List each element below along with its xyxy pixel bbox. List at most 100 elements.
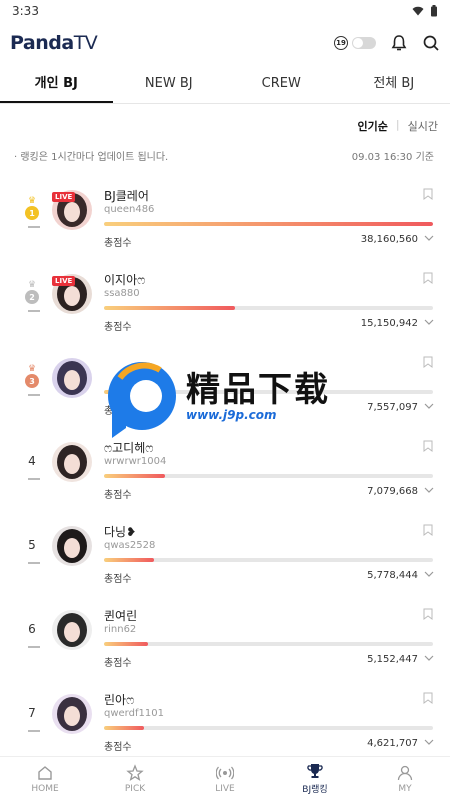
- ranking-row[interactable]: 3 총점수 7,557,097: [0, 352, 450, 436]
- avatar-image: [52, 526, 92, 566]
- nav-pick[interactable]: PICK: [90, 757, 180, 800]
- nav-pick-label: PICK: [124, 783, 146, 794]
- bj-name[interactable]: 린아ෆ: [104, 691, 134, 708]
- bottom-nav: HOME PICK LIVE BJ랭킹 MY: [0, 756, 450, 800]
- score-value: 38,160,560: [360, 234, 418, 245]
- bj-avatar[interactable]: [52, 694, 92, 734]
- ranking-tabs: 개인 BJ NEW BJ CREW 전체 BJ: [0, 66, 450, 104]
- header-actions: 19: [334, 34, 440, 52]
- score-bar: [104, 306, 433, 310]
- bookmark-icon[interactable]: [423, 524, 433, 536]
- chevron-down-icon[interactable]: [424, 402, 434, 410]
- score-label: 총점수: [104, 658, 132, 669]
- chevron-down-icon[interactable]: [424, 486, 434, 494]
- ranking-row[interactable]: 5 다닝❥ qwas2528 총점수 5,778,444: [0, 520, 450, 604]
- score-bar: [104, 642, 433, 646]
- bj-id: rinn62: [104, 624, 137, 635]
- logo-main: Panda: [10, 32, 74, 54]
- score-bar: [104, 222, 433, 226]
- bj-name[interactable]: 이지아ෆ: [104, 271, 145, 288]
- app-header: PandaTV 19: [0, 22, 450, 64]
- status-icons: [412, 5, 438, 17]
- bookmark-icon[interactable]: [423, 356, 433, 368]
- score-bar-fill: [104, 642, 149, 646]
- bookmark-icon[interactable]: [423, 692, 433, 704]
- score-bar-fill: [104, 726, 144, 730]
- sort-popular[interactable]: 인기순: [358, 118, 388, 136]
- score-value: 7,557,097: [367, 402, 418, 413]
- chevron-down-icon[interactable]: [424, 234, 434, 242]
- rank-medal: 1: [22, 196, 42, 220]
- rank-change-dash: [28, 478, 40, 480]
- score-bar-fill: [104, 306, 235, 310]
- score-value: 5,152,447: [367, 654, 418, 665]
- ranking-row[interactable]: 4 ෆ고디헤ෆ wrwrwr1004 총점수 7,079,668: [0, 436, 450, 520]
- score-label: 총점수: [104, 742, 132, 753]
- tab-individual-bj[interactable]: 개인 BJ: [0, 66, 113, 103]
- chevron-down-icon[interactable]: [424, 654, 434, 662]
- score-value: 4,621,707: [367, 738, 418, 749]
- status-bar: 3:33: [0, 0, 450, 22]
- wifi-icon: [412, 6, 424, 16]
- bj-id: qwas2528: [104, 540, 156, 551]
- bell-icon[interactable]: [390, 34, 408, 52]
- app-logo[interactable]: PandaTV: [10, 32, 98, 54]
- bj-avatar[interactable]: [52, 526, 92, 566]
- score-bar: [104, 474, 433, 478]
- bj-name[interactable]: 퀸여린: [104, 607, 137, 624]
- chevron-down-icon[interactable]: [424, 570, 434, 578]
- score-bar: [104, 390, 433, 394]
- score-bar-fill: [104, 558, 154, 562]
- nav-home[interactable]: HOME: [0, 757, 90, 800]
- score-bar-fill: [104, 390, 170, 394]
- update-timestamp: 09.03 16:30 기준: [351, 152, 434, 163]
- rank-medal-silver-icon: 2: [25, 280, 39, 304]
- bookmark-icon[interactable]: [423, 608, 433, 620]
- rank-medal: 2: [22, 280, 42, 304]
- rank-number: 4: [28, 454, 36, 468]
- bj-avatar[interactable]: [52, 610, 92, 650]
- chevron-down-icon[interactable]: [424, 738, 434, 746]
- nav-my[interactable]: MY: [360, 757, 450, 800]
- chevron-down-icon[interactable]: [424, 318, 434, 326]
- tab-all-bj[interactable]: 전체 BJ: [338, 66, 450, 103]
- tab-new-bj[interactable]: NEW BJ: [113, 66, 226, 103]
- bookmark-icon[interactable]: [423, 440, 433, 452]
- rank-number: 6: [28, 622, 36, 636]
- rank-change-dash: [28, 646, 40, 648]
- score-label: 총점수: [104, 322, 132, 333]
- search-icon[interactable]: [422, 34, 440, 52]
- score-label: 총점수: [104, 406, 132, 417]
- score-bar: [104, 558, 433, 562]
- sort-realtime[interactable]: 실시간: [408, 118, 438, 136]
- bj-id: wrwrwr1004: [104, 456, 167, 467]
- rank-change-dash: [28, 562, 40, 564]
- bj-avatar[interactable]: [52, 358, 92, 398]
- bj-name[interactable]: 다닝❥: [104, 523, 136, 540]
- rank-position: 4: [22, 450, 42, 469]
- toggle-switch[interactable]: [352, 37, 376, 49]
- bj-name[interactable]: ෆ고디헤ෆ: [104, 439, 153, 456]
- score-bar-fill: [104, 474, 166, 478]
- ranking-row[interactable]: 2 LIVE 이지아ෆ ssa880 총점수 15,150,942: [0, 268, 450, 352]
- ranking-row[interactable]: 6 퀸여린 rinn62 총점수 5,152,447: [0, 604, 450, 688]
- live-badge: LIVE: [52, 276, 76, 286]
- nav-live[interactable]: LIVE: [180, 757, 270, 800]
- nav-bj-ranking[interactable]: BJ랭킹: [270, 757, 360, 800]
- bookmark-icon[interactable]: [423, 272, 433, 284]
- bj-id: qwerdf1101: [104, 708, 164, 719]
- bj-name[interactable]: BJ클레어: [104, 187, 149, 204]
- score-value: 5,778,444: [367, 570, 418, 581]
- score-label: 총점수: [104, 574, 132, 585]
- adult-content-toggle[interactable]: 19: [334, 36, 376, 50]
- score-label: 총점수: [104, 238, 132, 249]
- avatar-image: [52, 358, 92, 398]
- star-icon: [126, 763, 144, 781]
- rank-number: 7: [28, 706, 36, 720]
- rank-medal-gold-icon: 1: [25, 196, 39, 220]
- bj-avatar[interactable]: [52, 442, 92, 482]
- ranking-row[interactable]: 1 LIVE BJ클레어 queen486 총점수 38,160,560: [0, 184, 450, 268]
- tab-crew[interactable]: CREW: [225, 66, 338, 103]
- bookmark-icon[interactable]: [423, 188, 433, 200]
- nav-bj-ranking-label: BJ랭킹: [302, 785, 328, 795]
